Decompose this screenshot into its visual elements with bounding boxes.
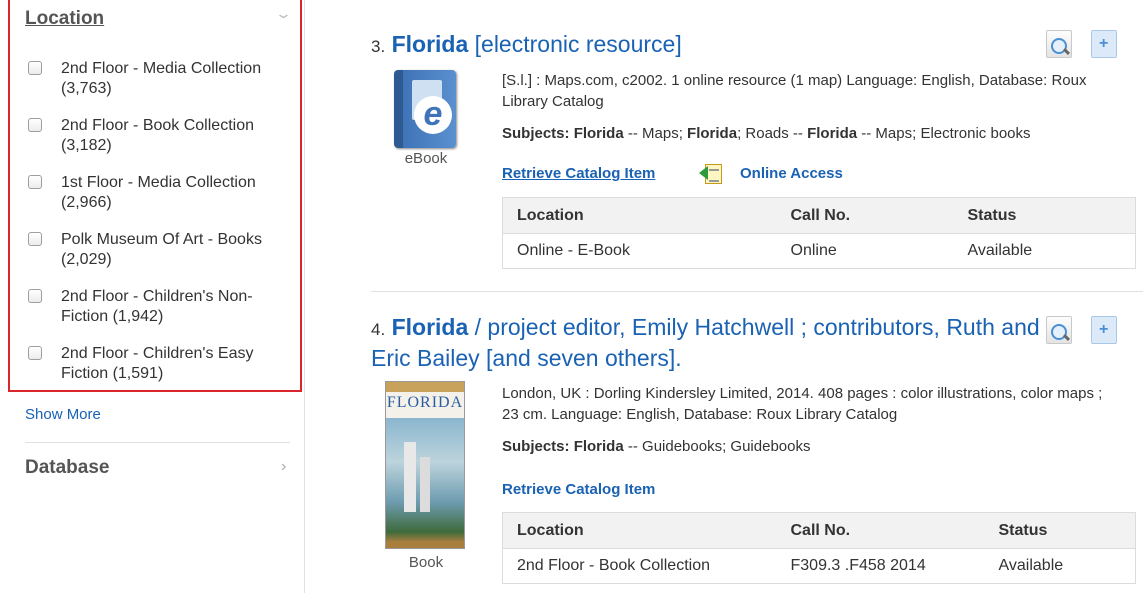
result-subjects: Subjects: Florida -- Guidebooks; Guidebo… <box>502 438 810 455</box>
online-access-link[interactable]: Online Access <box>740 165 843 182</box>
holdings-table: Location Call No. Status Online - E-Book… <box>502 197 1136 269</box>
result-subjects: Subjects: Florida -- Maps; Florida; Road… <box>502 125 1031 142</box>
subject-term-link[interactable]: Florida <box>574 438 624 455</box>
cell-location: 2nd Floor - Book Collection <box>502 548 791 584</box>
format-label: Book <box>408 554 444 571</box>
table-row: 2nd Floor - Book Collection F309.3 .F458… <box>502 548 1136 584</box>
result-divider <box>371 291 1143 292</box>
show-more-link[interactable]: Show More <box>25 406 101 423</box>
cover-title: FLORIDA <box>386 394 464 411</box>
subject-text: -- Maps; <box>623 125 688 142</box>
subject-term-link[interactable]: Florida <box>807 125 857 142</box>
results-list: 3. Florida [electronic resource] e eBook… <box>306 0 1144 593</box>
location-facet-heading[interactable]: Location <box>25 8 104 30</box>
subject-term-link[interactable]: Florida <box>574 125 624 142</box>
subject-text: -- Maps; Electronic books <box>857 125 1031 142</box>
column-header-status: Status <box>998 512 1136 549</box>
building-graphic <box>404 442 416 512</box>
online-access-icon[interactable] <box>699 162 725 184</box>
result-number: 4. <box>371 320 386 339</box>
result-description: London, UK : Dorling Kindersley Limited,… <box>502 385 1103 423</box>
result-title-rest[interactable]: / project editor, Emily Hatchwell ; cont… <box>371 314 1040 371</box>
column-header-location: Location <box>502 512 791 549</box>
result-title-rest[interactable]: [electronic resource] <box>468 31 682 57</box>
facet-checkbox[interactable] <box>28 289 42 303</box>
result-title-link[interactable]: 3. Florida [electronic resource] <box>371 30 1051 61</box>
subject-text: -- Guidebooks; Guidebooks <box>623 438 811 455</box>
preview-zoom-icon[interactable] <box>1046 30 1072 58</box>
cell-status: Available <box>998 548 1136 584</box>
result-title-bold[interactable]: Florida <box>392 31 469 57</box>
preview-zoom-icon[interactable] <box>1046 316 1072 344</box>
facet-label[interactable]: 1st Floor - Media Collection (2,966) <box>61 173 291 213</box>
cell-call-no: Online <box>790 233 968 269</box>
add-to-folder-icon[interactable] <box>1091 30 1117 58</box>
facet-label[interactable]: 2nd Floor - Media Collection (3,763) <box>61 59 291 99</box>
table-header-row: Location Call No. Status <box>502 512 1136 549</box>
facet-checkbox[interactable] <box>28 61 42 75</box>
cell-call-no: F309.3 .F458 2014 <box>790 548 999 584</box>
add-to-folder-icon[interactable] <box>1091 316 1117 344</box>
retrieve-catalog-item-link[interactable]: Retrieve Catalog Item <box>502 165 655 182</box>
facet-label[interactable]: 2nd Floor - Children's Easy Fiction (1,5… <box>61 344 291 384</box>
subjects-list: Florida -- Guidebooks; Guidebooks <box>574 438 811 455</box>
holdings-table: Location Call No. Status 2nd Floor - Boo… <box>502 512 1136 584</box>
column-header-location: Location <box>502 197 791 234</box>
facet-label[interactable]: Polk Museum Of Art - Books (2,029) <box>61 230 291 270</box>
result-title-link[interactable]: 4. Florida / project editor, Emily Hatch… <box>371 313 1051 372</box>
format-label: eBook <box>404 150 448 167</box>
facet-checkbox[interactable] <box>28 118 42 132</box>
building-graphic <box>420 457 430 512</box>
subjects-label: Subjects: <box>502 438 570 455</box>
table-header-row: Location Call No. Status <box>502 197 1136 234</box>
result-number: 3. <box>371 37 386 56</box>
divider <box>25 442 290 443</box>
column-header-call-no: Call No. <box>790 512 999 549</box>
cell-status: Available <box>967 233 1136 269</box>
arrow-graphic <box>699 166 708 180</box>
table-row: Online - E-Book Online Available <box>502 233 1136 269</box>
result-title-bold[interactable]: Florida <box>392 314 469 340</box>
subject-text: ; Roads -- <box>737 125 808 142</box>
chevron-down-icon[interactable]: ⌄ <box>275 6 292 22</box>
column-header-call-no: Call No. <box>790 197 968 234</box>
subjects-list: Florida -- Maps; Florida; Roads -- Flori… <box>574 125 1031 142</box>
facet-checkbox[interactable] <box>28 175 42 189</box>
chevron-right-icon[interactable]: › <box>281 458 286 476</box>
column-header-status: Status <box>967 197 1136 234</box>
ebook-cover-image[interactable]: e <box>394 70 456 148</box>
cell-location: Online - E-Book <box>502 233 791 269</box>
retrieve-catalog-item-link[interactable]: Retrieve Catalog Item <box>502 481 655 498</box>
subject-term-link[interactable]: Florida <box>687 125 737 142</box>
database-facet-heading[interactable]: Database <box>25 457 110 479</box>
result-description: [S.l.] : Maps.com, c2002. 1 online resou… <box>502 72 1087 110</box>
facet-sidebar: Location ⌄ 2nd Floor - Media Collection … <box>0 0 305 593</box>
facet-checkbox[interactable] <box>28 232 42 246</box>
facet-label[interactable]: 2nd Floor - Book Collection (3,182) <box>61 116 291 156</box>
ebook-e-icon: e <box>414 96 452 134</box>
facet-checkbox[interactable] <box>28 346 42 360</box>
book-cover-image[interactable]: FLORIDA <box>385 381 465 549</box>
facet-label[interactable]: 2nd Floor - Children's Non-Fiction (1,94… <box>61 287 291 327</box>
subjects-label: Subjects: <box>502 125 570 142</box>
